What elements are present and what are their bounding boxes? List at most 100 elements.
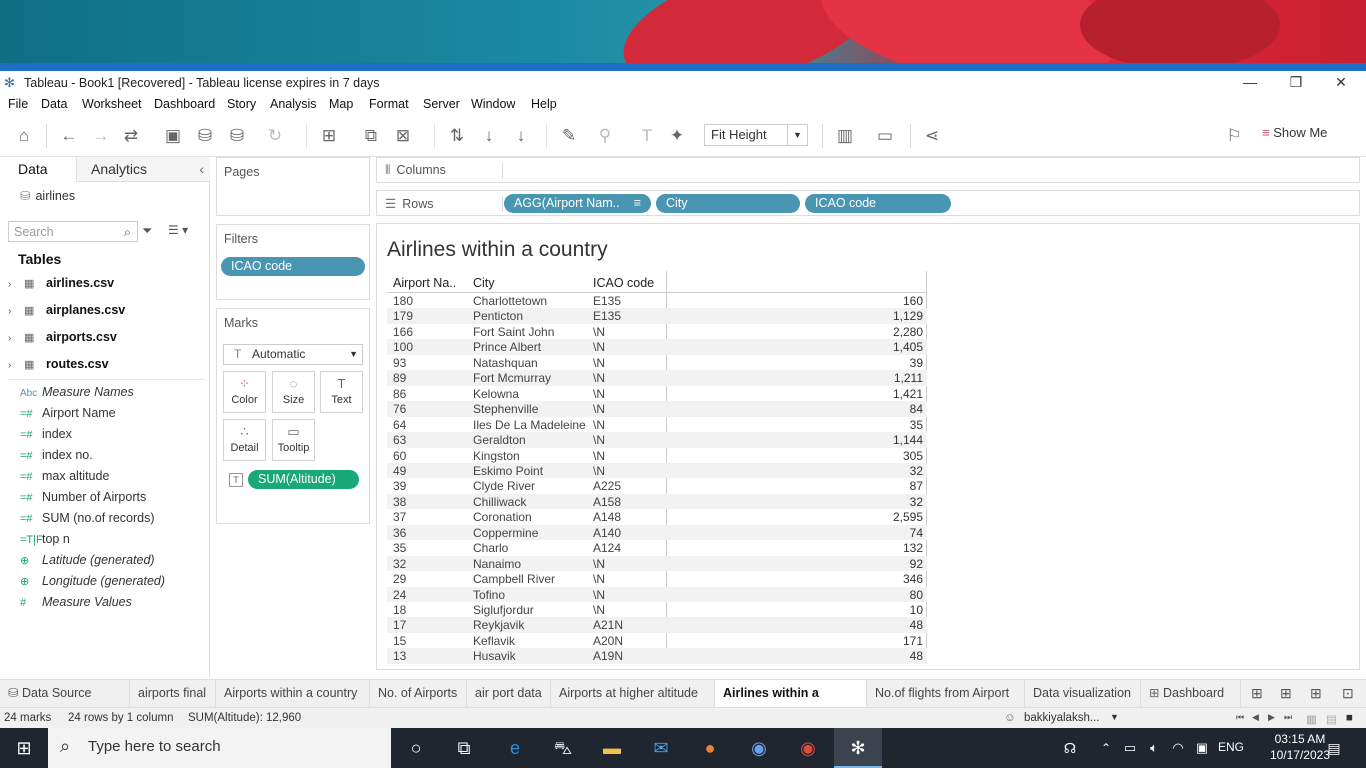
new-dashboard-icon[interactable]: ⊞ xyxy=(1310,685,1322,702)
table-row[interactable]: 15 Keflavik A20N 171 xyxy=(387,633,927,649)
home-icon[interactable]: ⌂ xyxy=(13,125,35,147)
show-sheet-sorter-icon[interactable]: ■ xyxy=(1346,712,1353,724)
table-row[interactable]: 37 Coronation A148 2,595 xyxy=(387,509,927,525)
row-pill-airport-name[interactable]: AGG(Airport Nam.. ≡ xyxy=(504,194,651,213)
tab-sheet[interactable]: No. of Airports xyxy=(370,680,467,708)
menu-story[interactable]: Story xyxy=(227,97,256,111)
new-datasource-icon[interactable]: ⛁ xyxy=(194,125,216,147)
field-item[interactable]: =# index xyxy=(20,425,72,443)
edge-icon[interactable]: e xyxy=(503,736,527,760)
tab-sheet[interactable]: Airports within a country xyxy=(216,680,370,708)
tab-sheet[interactable]: air port data xyxy=(467,680,551,708)
show-tabs-icon[interactable]: ▤ xyxy=(1326,712,1337,726)
show-me-button[interactable]: ≡ Show Me xyxy=(1262,125,1327,140)
task-view-icon[interactable]: ⧉ xyxy=(452,736,476,760)
duplicate-sheet-icon[interactable]: ⧉ xyxy=(360,125,382,147)
table-row[interactable]: 32 Nanaimo \N 92 xyxy=(387,555,927,572)
table-row[interactable]: 29 Campbell River \N 346 xyxy=(387,571,927,587)
field-search-input[interactable]: Search ⌕ xyxy=(8,221,138,242)
table-row[interactable]: 76 Stephenville \N 84 xyxy=(387,401,927,417)
clock[interactable]: 03:15 AM 10/17/2023 xyxy=(1270,731,1330,763)
firefox-icon[interactable]: ● xyxy=(698,736,722,760)
tab-dashboard[interactable]: ⊞ Dashboard 1 xyxy=(1141,680,1241,727)
new-worksheet-icon[interactable]: ⊞ xyxy=(1280,685,1292,702)
network-icon[interactable]: ▣ xyxy=(1190,736,1214,760)
header-airport-name[interactable]: Airport Na.. xyxy=(393,276,456,290)
table-row[interactable]: 18 Siglufjordur \N 10 xyxy=(387,602,927,618)
table-item[interactable]: › ▦ airports.csv xyxy=(8,328,117,348)
table-row[interactable]: 63 Geraldton \N 1,144 xyxy=(387,432,927,448)
menu-window[interactable]: Window xyxy=(471,97,515,111)
table-item[interactable]: › ▦ airlines.csv xyxy=(8,274,114,294)
table-row[interactable]: 39 Clyde River A225 87 xyxy=(387,478,927,494)
table-row[interactable]: 35 Charlo A124 132 xyxy=(387,540,927,556)
table-row[interactable]: 38 Chilliwack A158 32 xyxy=(387,493,927,510)
restore-button[interactable]: ❐ xyxy=(1273,71,1319,93)
prev-sheet-icon[interactable]: ◀ xyxy=(1252,712,1259,723)
swap-icon[interactable]: ⇄ xyxy=(120,125,142,147)
volume-icon[interactable]: 🔈︎ xyxy=(1142,736,1166,760)
filter-pill[interactable]: ICAO code xyxy=(221,257,365,276)
row-pill-city[interactable]: City xyxy=(656,194,800,213)
show-cards-icon[interactable]: ▥ xyxy=(834,125,856,147)
tab-data[interactable]: Data xyxy=(0,157,76,182)
notifications-icon[interactable]: ▤ xyxy=(1322,736,1346,760)
tab-sheet-active[interactable]: Airlines within a country xyxy=(715,680,867,727)
menu-dashboard[interactable]: Dashboard xyxy=(154,97,215,111)
collapse-icon[interactable]: ‹ xyxy=(199,157,204,181)
close-button[interactable]: ✕ xyxy=(1318,71,1364,93)
store-icon[interactable]: ⛍ xyxy=(551,736,575,760)
tab-sheet[interactable]: airports final xyxy=(130,680,216,708)
field-item[interactable]: ⊕ Latitude (generated) xyxy=(20,551,155,569)
file-explorer-icon[interactable]: ▬ xyxy=(600,736,624,760)
datasource-item[interactable]: ⛁ airlines xyxy=(20,188,75,203)
table-row[interactable]: 49 Eskimo Point \N 32 xyxy=(387,462,927,479)
table-row[interactable]: 86 Kelowna \N 1,421 xyxy=(387,386,927,402)
wifi-icon[interactable]: ◠ xyxy=(1166,736,1190,760)
presentation-mode-icon[interactable]: ▭ xyxy=(874,125,896,147)
tab-analytics[interactable]: Analytics ‹ xyxy=(76,157,210,182)
pause-updates-icon[interactable]: ⛁ xyxy=(226,125,248,147)
last-sheet-icon[interactable]: ⏭ xyxy=(1284,712,1292,723)
table-row[interactable]: 24 Tofino \N 80 xyxy=(387,586,927,603)
user-name[interactable]: bakkiyalaksh... xyxy=(1024,712,1099,724)
grid-icon[interactable]: ⊞ xyxy=(1251,685,1263,702)
redo-icon[interactable]: → xyxy=(90,125,112,147)
language-indicator[interactable]: ENG xyxy=(1218,740,1244,754)
mail-icon[interactable]: ✉ xyxy=(649,736,673,760)
menu-worksheet[interactable]: Worksheet xyxy=(82,97,142,111)
tableau-taskbar-item[interactable]: ✻ xyxy=(834,728,882,768)
field-item[interactable]: # Measure Values xyxy=(20,593,132,611)
menu-map[interactable]: Map xyxy=(329,97,353,111)
table-item[interactable]: › ▦ airplanes.csv xyxy=(8,301,125,321)
chevron-down-icon[interactable]: ▼ xyxy=(1110,712,1119,722)
show-filmstrip-icon[interactable]: ▦ xyxy=(1306,712,1317,726)
field-item[interactable]: =# index no. xyxy=(20,446,93,464)
sum-altitude-pill[interactable]: SUM(Altitude) xyxy=(248,470,359,489)
header-icao[interactable]: ICAO code xyxy=(593,276,654,290)
table-row[interactable]: 93 Natashquan \N 39 xyxy=(387,355,927,371)
menu-help[interactable]: Help xyxy=(531,97,557,111)
menu-analysis[interactable]: Analysis xyxy=(270,97,317,111)
swap-rows-columns-icon[interactable]: ⇅ xyxy=(446,125,468,147)
clear-sheet-icon[interactable]: ⊠ xyxy=(392,125,414,147)
save-icon[interactable]: ▣ xyxy=(162,125,184,147)
table-row[interactable]: 36 Coppermine A140 74 xyxy=(387,524,927,541)
header-city[interactable]: City xyxy=(473,276,495,290)
table-row[interactable]: 64 Iles De La Madeleine \N 35 xyxy=(387,417,927,433)
menu-server[interactable]: Server xyxy=(423,97,460,111)
first-sheet-icon[interactable]: ⏮ xyxy=(1236,712,1244,723)
mark-type-dropdown[interactable]: T Automatic ▼ xyxy=(223,344,363,365)
tab-sheet[interactable]: No.of flights from Airport xyxy=(867,680,1025,708)
minimize-button[interactable]: — xyxy=(1227,71,1273,93)
tray-chevron-icon[interactable]: ⌃ xyxy=(1094,736,1118,760)
people-icon[interactable]: ☊ xyxy=(1058,736,1082,760)
field-item[interactable]: Abc Measure Names xyxy=(20,383,134,401)
format-painter-icon[interactable]: ⚐ xyxy=(1223,125,1245,147)
columns-shelf[interactable]: ⦀ Columns xyxy=(376,157,1360,183)
share-icon[interactable]: ⋖ xyxy=(921,125,943,147)
windows-start-icon[interactable]: ⊞ xyxy=(12,736,36,760)
field-item[interactable]: =# max altitude xyxy=(20,467,109,485)
undo-icon[interactable]: ← xyxy=(58,125,80,147)
color-button[interactable]: ⁘ Color xyxy=(223,371,266,413)
